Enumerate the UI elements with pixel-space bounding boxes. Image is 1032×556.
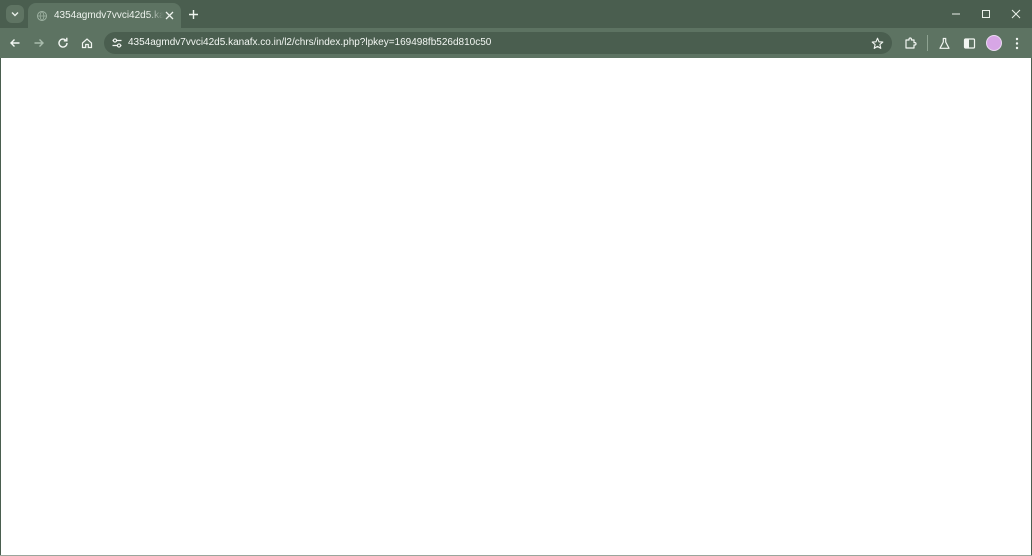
side-panel-icon — [963, 37, 976, 50]
address-bar[interactable]: 4354agmdv7vvci42d5.kanafx.co.in/l2/chrs/… — [104, 32, 892, 54]
globe-icon — [36, 10, 48, 22]
tab-strip: 4354agmdv7vvci42d5.kanafx.co.in — [0, 0, 1032, 28]
back-button[interactable] — [7, 35, 23, 51]
active-tab[interactable]: 4354agmdv7vvci42d5.kanafx.co.in — [28, 3, 181, 28]
puzzle-icon — [904, 36, 917, 50]
chevron-down-icon — [10, 9, 20, 19]
page-content[interactable] — [1, 58, 1031, 556]
window-border-left — [0, 58, 1, 556]
reload-icon — [57, 37, 69, 49]
menu-button[interactable] — [1009, 35, 1025, 51]
url-text[interactable]: 4354agmdv7vvci42d5.kanafx.co.in/l2/chrs/… — [128, 36, 491, 50]
browser-toolbar: 4354agmdv7vvci42d5.kanafx.co.in/l2/chrs/… — [0, 28, 1032, 58]
kebab-menu-icon — [1015, 37, 1019, 50]
arrow-right-icon — [33, 37, 45, 49]
close-icon[interactable] — [163, 9, 175, 21]
new-tab-button[interactable] — [186, 7, 200, 21]
home-icon — [81, 37, 93, 49]
close-window-button[interactable] — [1008, 6, 1024, 22]
star-icon[interactable] — [870, 36, 884, 50]
toolbar-separator — [927, 35, 928, 51]
profile-avatar[interactable] — [986, 35, 1002, 51]
plus-icon — [188, 9, 199, 20]
labs-button[interactable] — [936, 35, 952, 51]
maximize-button[interactable] — [978, 6, 994, 22]
forward-button[interactable] — [31, 35, 47, 51]
flask-icon — [938, 37, 951, 50]
tab-search-button[interactable] — [6, 5, 24, 23]
maximize-icon — [981, 9, 991, 19]
minimize-button[interactable] — [948, 6, 964, 22]
extensions-button[interactable] — [902, 35, 918, 51]
reload-button[interactable] — [55, 35, 71, 51]
side-panel-button[interactable] — [961, 35, 977, 51]
close-icon — [1011, 9, 1021, 19]
home-button[interactable] — [79, 35, 95, 51]
tune-icon[interactable] — [110, 36, 124, 50]
browser-window: 4354agmdv7vvci42d5.kanafx.co.in — [0, 0, 1032, 556]
minimize-icon — [951, 9, 961, 19]
tab-title: 4354agmdv7vvci42d5.kanafx.co.in — [54, 10, 164, 21]
arrow-left-icon — [9, 37, 21, 49]
